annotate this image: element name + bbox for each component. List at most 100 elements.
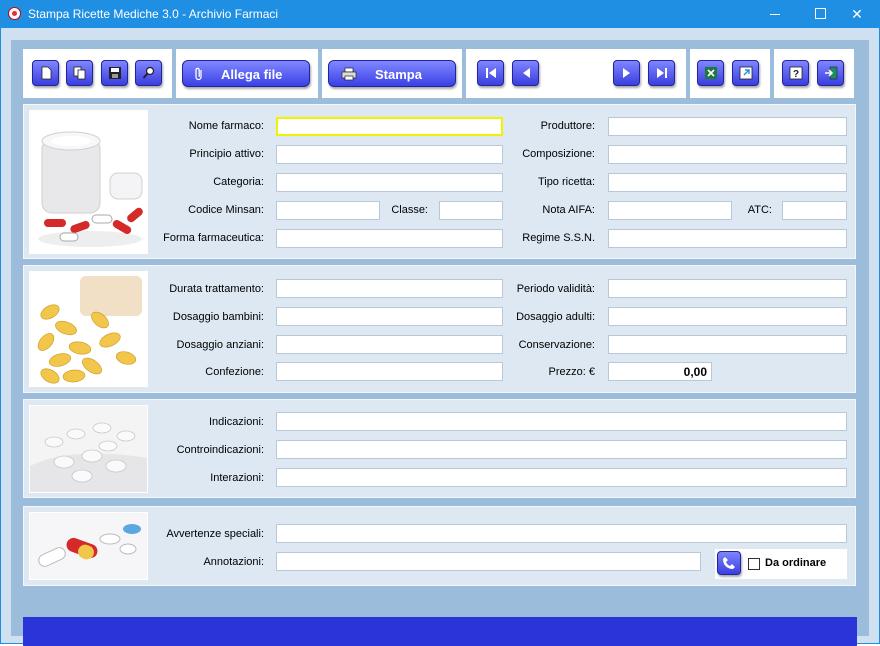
principio-attivo-field[interactable] bbox=[276, 145, 503, 164]
window-title: Stampa Ricette Mediche 3.0 - Archivio Fa… bbox=[28, 7, 279, 21]
notes-panel: Avvertenze speciali: Annotazioni: Da ord… bbox=[23, 506, 856, 586]
confezione-label: Confezione: bbox=[205, 366, 264, 378]
new-record-icon bbox=[41, 66, 52, 80]
first-record-button[interactable] bbox=[477, 60, 504, 86]
excel-export-icon bbox=[705, 67, 717, 79]
durata-trattamento-field[interactable] bbox=[276, 279, 503, 298]
print-button[interactable]: Stampa bbox=[328, 60, 456, 87]
next-record-button[interactable] bbox=[613, 60, 640, 86]
dosaggio-anziani-field[interactable] bbox=[276, 335, 503, 354]
prezzo-field[interactable] bbox=[608, 362, 712, 381]
regime-ssn-label: Regime S.S.N. bbox=[522, 232, 595, 244]
atc-label: ATC: bbox=[747, 204, 772, 216]
printer-icon bbox=[341, 67, 357, 81]
copy-record-button[interactable] bbox=[66, 60, 93, 86]
categoria-field[interactable] bbox=[276, 173, 503, 192]
copy-record-icon bbox=[73, 66, 86, 80]
last-record-button[interactable] bbox=[648, 60, 675, 86]
excel-export-button[interactable] bbox=[697, 60, 724, 86]
svg-text:?: ? bbox=[793, 69, 799, 80]
confezione-field[interactable] bbox=[276, 362, 503, 381]
produttore-field[interactable] bbox=[608, 117, 847, 136]
principio-attivo-label: Principio attivo: bbox=[189, 148, 264, 160]
periodo-validita-field[interactable] bbox=[608, 279, 847, 298]
search-button[interactable] bbox=[135, 60, 162, 86]
first-record-icon bbox=[486, 68, 496, 78]
title-bar[interactable]: Stampa Ricette Mediche 3.0 - Archivio Fa… bbox=[0, 0, 880, 28]
phone-button[interactable] bbox=[717, 551, 741, 575]
app-window: Stampa Ricette Mediche 3.0 - Archivio Fa… bbox=[0, 0, 880, 646]
interazioni-field[interactable] bbox=[276, 468, 847, 487]
help-icon: ? bbox=[789, 66, 803, 80]
dosage-panel: Durata trattamento: Dosaggio bambini: Do… bbox=[23, 265, 856, 393]
forma-farmaceutica-field[interactable] bbox=[276, 229, 503, 248]
annotazioni-field[interactable] bbox=[276, 552, 701, 571]
atc-field[interactable] bbox=[782, 201, 847, 220]
codice-minsan-field[interactable] bbox=[276, 201, 380, 220]
conservazione-label: Conservazione: bbox=[518, 339, 595, 351]
indications-panel: Indicazioni: Controindicazioni: Interazi… bbox=[23, 399, 856, 498]
tablets-photo bbox=[29, 405, 148, 493]
save-icon bbox=[109, 67, 121, 79]
nome-farmaco-label: Nome farmaco: bbox=[188, 120, 264, 132]
da-ordinare-label: Da ordinare bbox=[765, 557, 827, 569]
attach-group: Allega file bbox=[176, 49, 318, 98]
annotazioni-label: Annotazioni: bbox=[203, 556, 264, 568]
drug-identity-panel: Nome farmaco: Principio attivo: Categori… bbox=[23, 104, 856, 259]
pill-bottle-photo bbox=[29, 110, 148, 254]
conservazione-field[interactable] bbox=[608, 335, 847, 354]
new-record-button[interactable] bbox=[32, 60, 59, 86]
dosaggio-bambini-field[interactable] bbox=[276, 307, 503, 326]
controindicazioni-label: Controindicazioni: bbox=[176, 444, 264, 456]
minimize-button[interactable] bbox=[752, 0, 798, 28]
composizione-field[interactable] bbox=[608, 145, 847, 164]
open-external-button[interactable] bbox=[732, 60, 759, 86]
print-group: Stampa bbox=[322, 49, 462, 98]
order-box: Da ordinare bbox=[715, 549, 847, 579]
regime-ssn-field[interactable] bbox=[608, 229, 847, 248]
periodo-validita-label: Periodo validità: bbox=[516, 283, 595, 295]
capsules-photo bbox=[29, 271, 148, 387]
record-tools-group bbox=[23, 49, 172, 98]
print-label: Stampa bbox=[375, 67, 422, 82]
previous-record-icon bbox=[523, 68, 530, 78]
indicazioni-label: Indicazioni: bbox=[208, 416, 264, 428]
durata-trattamento-label: Durata trattamento: bbox=[169, 283, 264, 295]
tipo-ricetta-field[interactable] bbox=[608, 173, 847, 192]
previous-record-button[interactable] bbox=[512, 60, 539, 86]
produttore-label: Produttore: bbox=[540, 120, 595, 132]
prezzo-label: Prezzo: € bbox=[548, 366, 595, 378]
da-ordinare-checkbox[interactable] bbox=[748, 558, 760, 570]
export-group bbox=[690, 49, 770, 98]
exit-button[interactable] bbox=[817, 60, 844, 86]
avvertenze-speciali-label: Avvertenze speciali: bbox=[166, 528, 264, 540]
nota-aifa-label: Nota AIFA: bbox=[542, 204, 595, 216]
save-button[interactable] bbox=[101, 60, 128, 86]
controindicazioni-field[interactable] bbox=[276, 440, 847, 459]
avvertenze-speciali-field[interactable] bbox=[276, 524, 847, 543]
nota-aifa-field[interactable] bbox=[608, 201, 732, 220]
app-icon bbox=[8, 7, 21, 20]
indicazioni-field[interactable] bbox=[276, 412, 847, 431]
next-record-icon bbox=[623, 68, 630, 78]
nome-farmaco-field[interactable] bbox=[276, 117, 503, 136]
dosaggio-adulti-field[interactable] bbox=[608, 307, 847, 326]
close-button[interactable]: ✕ bbox=[834, 0, 880, 28]
client-area: Allega file Stampa ? Nome farmaco: Princ… bbox=[1, 28, 879, 646]
open-external-icon bbox=[739, 66, 753, 80]
exit-icon bbox=[825, 66, 838, 80]
tipo-ricetta-label: Tipo ricetta: bbox=[537, 176, 595, 188]
attach-file-button[interactable]: Allega file bbox=[182, 60, 310, 87]
help-exit-group: ? bbox=[774, 49, 854, 98]
search-icon bbox=[142, 66, 155, 79]
attach-file-label: Allega file bbox=[221, 67, 283, 82]
interazioni-label: Interazioni: bbox=[210, 472, 264, 484]
status-bar bbox=[23, 617, 857, 646]
dosaggio-anziani-label: Dosaggio anziani: bbox=[176, 339, 264, 351]
codice-minsan-label: Codice Minsan: bbox=[188, 204, 264, 216]
paperclip-icon bbox=[195, 67, 202, 81]
categoria-label: Categoria: bbox=[213, 176, 264, 188]
dosaggio-adulti-label: Dosaggio adulti: bbox=[516, 311, 595, 323]
help-button[interactable]: ? bbox=[782, 60, 809, 86]
last-record-icon bbox=[657, 68, 667, 78]
